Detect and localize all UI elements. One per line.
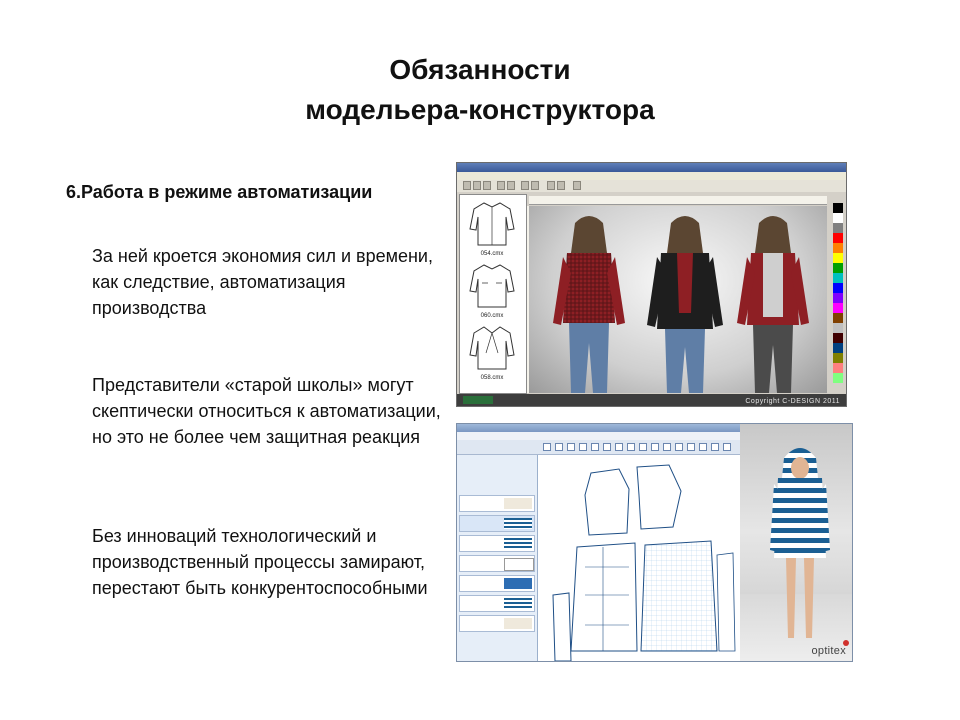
thumbnail-panel: 054.cmx 060.cmx 058.cmx (459, 194, 527, 394)
model-figure-shirt-open (737, 216, 809, 393)
paragraph-old-school: Представители «старой школы» могут скепт… (92, 375, 441, 447)
window-toolbar (457, 180, 846, 192)
toolbar-button (497, 181, 505, 190)
brand-logo: optitex (811, 645, 846, 657)
shirt-sketch-icon (469, 264, 515, 308)
fabric-list-panel (457, 455, 538, 661)
toolbar-button (547, 181, 555, 190)
window-menubar (457, 172, 846, 180)
model-figure-plaid (553, 216, 625, 393)
toolbar-button (591, 443, 599, 451)
toolbar-button (463, 181, 471, 190)
fabric-row (459, 555, 535, 572)
fabric-row (459, 595, 535, 612)
toolbar-button (579, 443, 587, 451)
fabric-row (459, 575, 535, 592)
section-subtitle: 6.Работа в режиме автоматизации (66, 182, 373, 202)
start-button (463, 396, 493, 404)
horizontal-ruler (529, 196, 827, 205)
toolbar-button (627, 443, 635, 451)
toolbar-button (473, 181, 481, 190)
model-striped-robe (770, 448, 830, 638)
slide-title: Обязанности модельера-конструктора (0, 50, 960, 130)
paragraph-innovation: Без инноваций технологический и производ… (92, 526, 428, 598)
toolbar-button (687, 443, 695, 451)
fabric-row (459, 535, 535, 552)
toolbar-button (521, 181, 529, 190)
fabric-row (459, 615, 535, 632)
fabric-row (459, 515, 535, 532)
window-menubar (457, 432, 740, 440)
title-line-2: модельера-конструктора (305, 94, 655, 125)
toolbar-button (699, 443, 707, 451)
toolbar-button (531, 181, 539, 190)
toolbar-button (603, 443, 611, 451)
toolbar-button (651, 443, 659, 451)
toolbar-button (663, 443, 671, 451)
paragraph-economy: За ней кроется экономия сил и времени, к… (92, 246, 433, 318)
pattern-canvas (541, 455, 737, 661)
color-palette (833, 203, 843, 391)
toolbar-button (507, 181, 515, 190)
toolbar-button (567, 443, 575, 451)
toolbar-button (723, 443, 731, 451)
pattern-cad-screenshot: optitex (456, 423, 853, 662)
thumbnail-caption: 054.cmx (480, 251, 504, 257)
title-line-1: Обязанности (389, 54, 571, 85)
window-titlebar (457, 163, 846, 172)
toolbar-button (555, 443, 563, 451)
jacket-sketch-icon (469, 326, 515, 370)
thumbnail-caption: 060.cmx (480, 313, 504, 319)
toolbar-button (711, 443, 719, 451)
toolbar-button (483, 181, 491, 190)
cad-design-screenshot: 054.cmx 060.cmx 058.cmx Copyright C-DESI… (456, 162, 847, 407)
shirt-sketch-icon (469, 202, 515, 246)
toolbar-button (573, 181, 581, 190)
window-titlebar (457, 424, 740, 432)
copyright-text: Copyright C-DESIGN 2011 (745, 398, 840, 405)
thumbnail-caption: 058.cmx (480, 375, 504, 381)
toolbar-button (557, 181, 565, 190)
toolbar-button (675, 443, 683, 451)
model-figure-blazer (647, 216, 723, 393)
toolbar-button (543, 443, 551, 451)
toolbar-button (615, 443, 623, 451)
fabric-row (459, 495, 535, 512)
toolbar-button (639, 443, 647, 451)
